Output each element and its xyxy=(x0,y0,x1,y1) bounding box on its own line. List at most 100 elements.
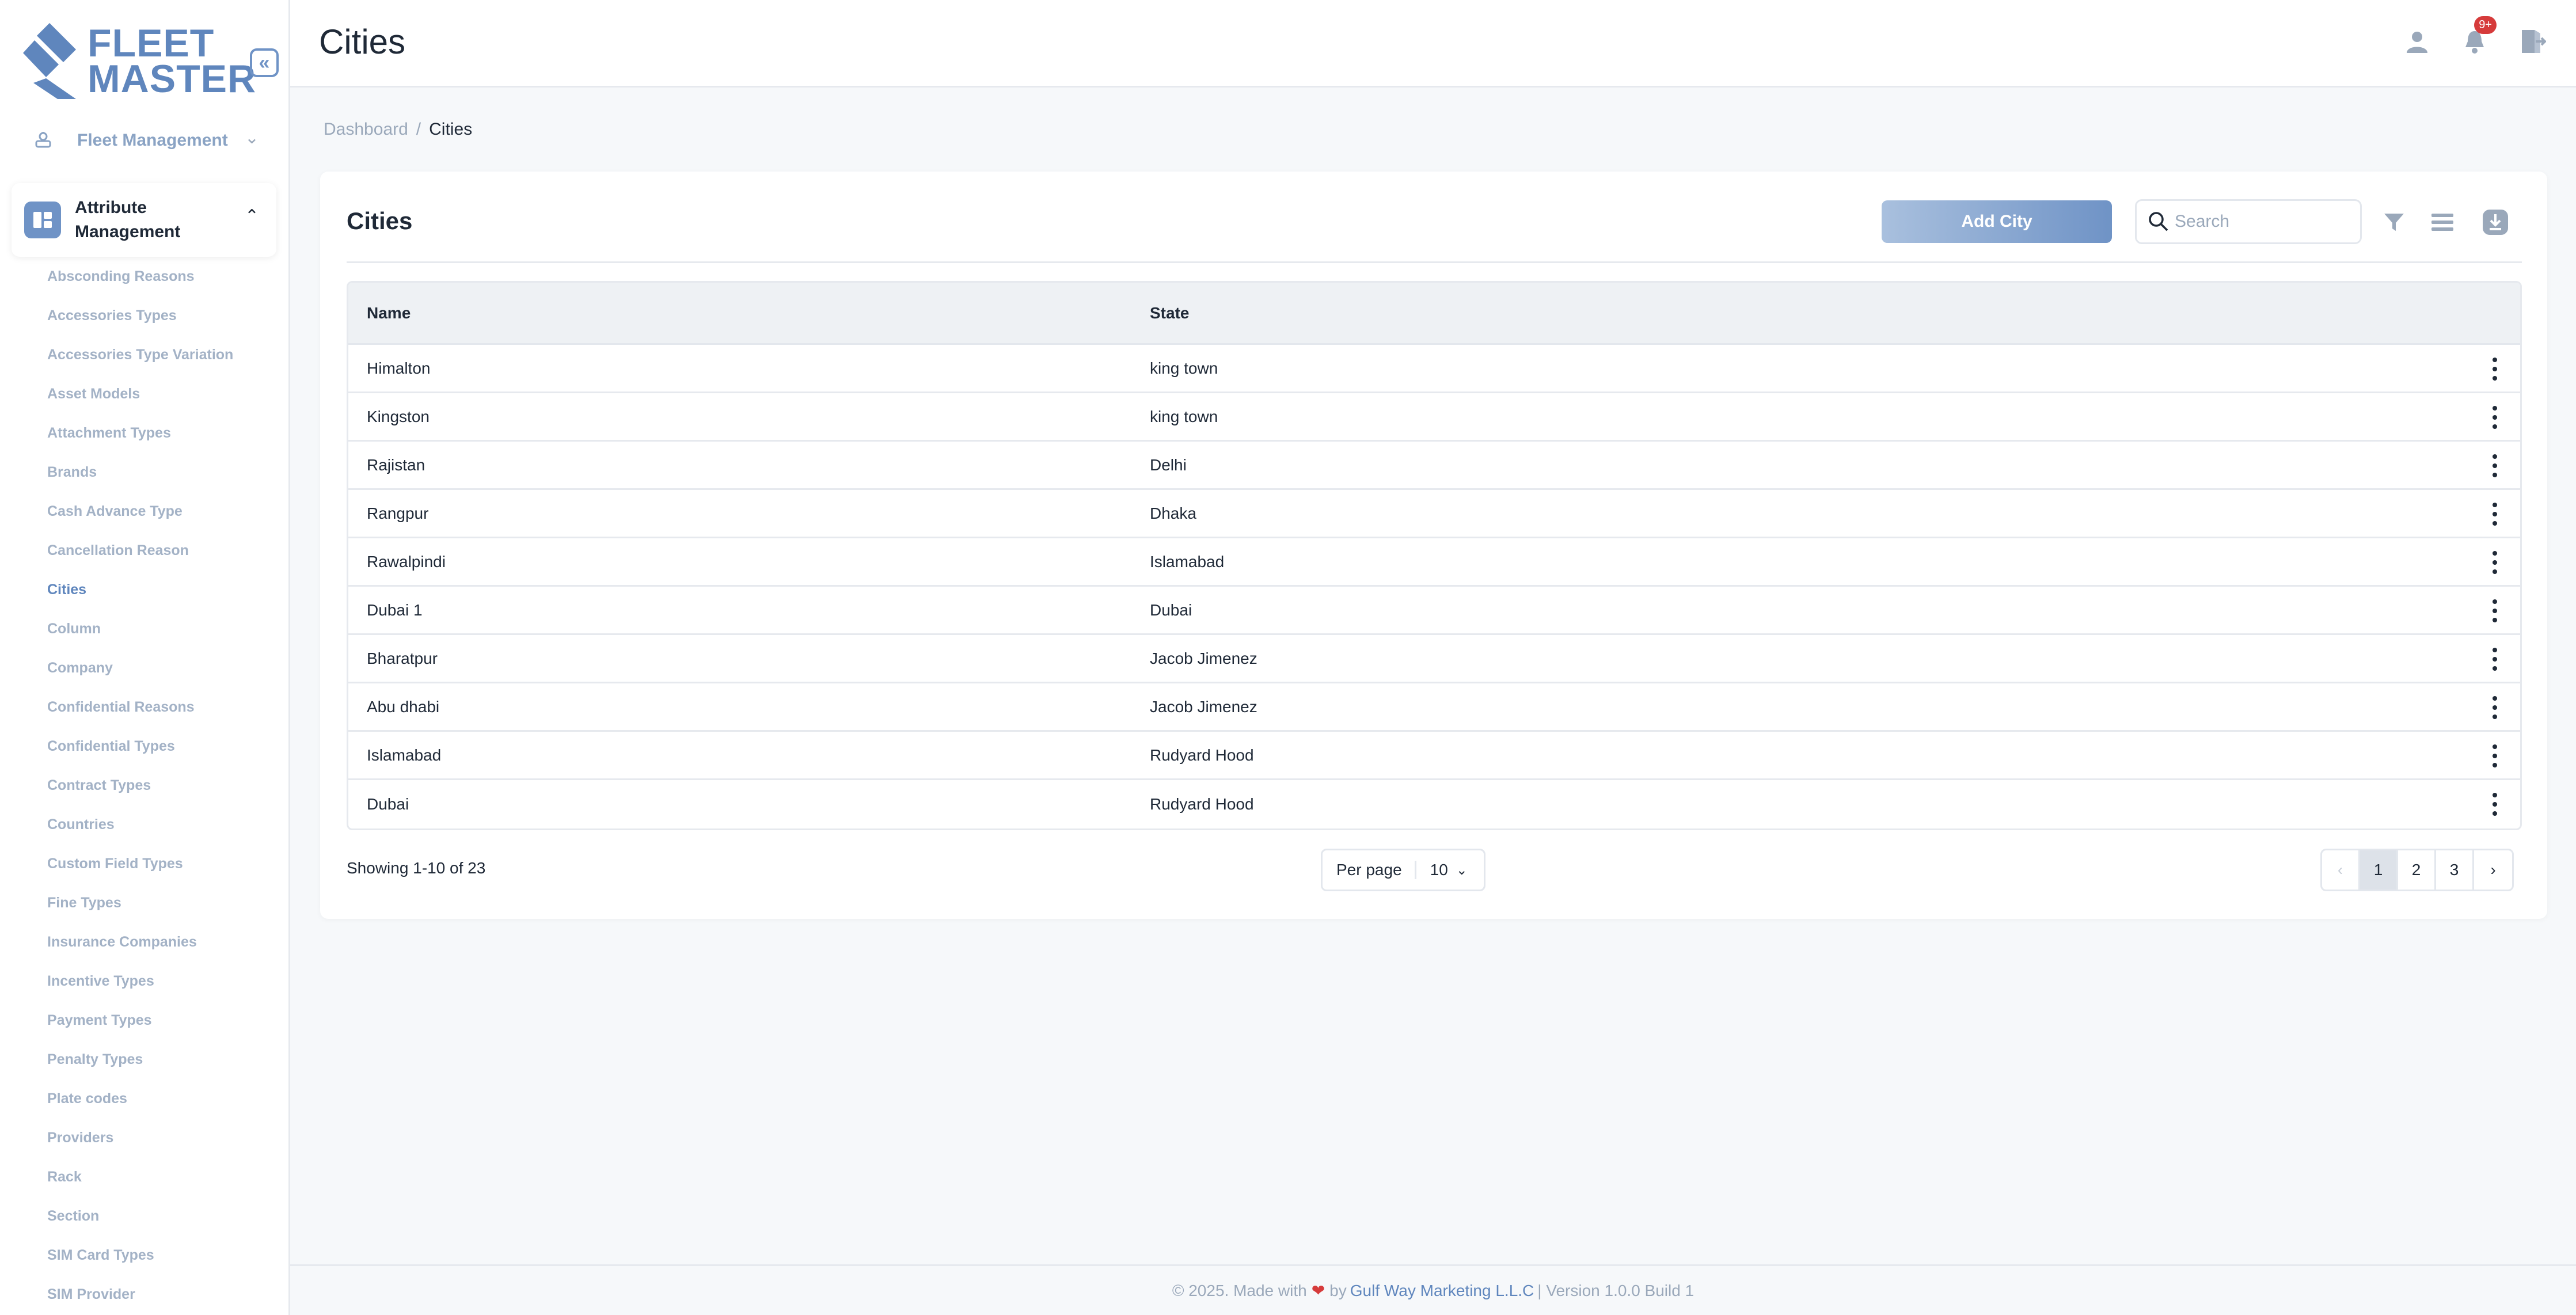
cell-state: Dubai xyxy=(1150,601,1192,619)
sidebar: FLEET MASTER « Fleet Management ⌄ Attrib… xyxy=(0,0,290,1315)
sidebar-item-fine-types[interactable]: Fine Types xyxy=(47,891,233,930)
row-actions-icon[interactable] xyxy=(2489,454,2501,477)
sidebar-item-providers[interactable]: Providers xyxy=(47,1126,233,1165)
breadcrumb-separator: / xyxy=(416,120,421,139)
sidebar-item-confidential-types[interactable]: Confidential Types xyxy=(47,735,233,774)
sidebar-item-asset-models[interactable]: Asset Models xyxy=(47,382,233,421)
per-page-label: Per page xyxy=(1323,861,1416,879)
cell-name: Kingston xyxy=(367,407,430,425)
sidebar-item-company[interactable]: Company xyxy=(47,656,233,695)
pagination: ‹ 1 2 3 › xyxy=(2320,849,2514,891)
sidebar-group-fleet-management[interactable]: Fleet Management ⌄ xyxy=(12,115,276,166)
company-link[interactable]: Gulf Way Marketing L.L.C xyxy=(1350,1282,1534,1300)
row-actions-icon[interactable] xyxy=(2489,599,2501,622)
table-row[interactable]: Bharatpur Jacob Jimenez xyxy=(348,635,2520,683)
columns-button[interactable] xyxy=(2426,206,2459,238)
sidebar-item-sim-card-types[interactable]: SIM Card Types xyxy=(47,1244,233,1283)
cell-state: Dhaka xyxy=(1150,504,1196,522)
breadcrumb-current: Cities xyxy=(429,120,473,139)
row-actions-icon[interactable] xyxy=(2489,358,2501,381)
cell-name: Dubai 1 xyxy=(367,601,423,619)
sidebar-item-cancellation-reason[interactable]: Cancellation Reason xyxy=(47,539,233,578)
sidebar-item-attachment-types[interactable]: Attachment Types xyxy=(47,421,233,461)
cell-name: Rangpur xyxy=(367,504,429,522)
table-row[interactable]: Himalton king town xyxy=(348,345,2520,393)
sidebar-item-brands[interactable]: Brands xyxy=(47,461,233,500)
row-actions-icon[interactable] xyxy=(2489,406,2501,429)
user-profile-button[interactable] xyxy=(2400,24,2434,59)
search-icon xyxy=(2149,212,2168,231)
sidebar-item-rack[interactable]: Rack xyxy=(47,1165,233,1204)
sidebar-item-cities[interactable]: Cities xyxy=(47,578,233,617)
table-row[interactable]: Rajistan Delhi xyxy=(348,442,2520,490)
table-row[interactable]: Rawalpindi Islamabad xyxy=(348,538,2520,587)
download-button[interactable] xyxy=(2479,206,2512,238)
sidebar-item-absconding-reasons[interactable]: Absconding Reasons xyxy=(47,265,233,304)
row-actions-icon[interactable] xyxy=(2489,696,2501,719)
double-chevron-left-icon: « xyxy=(259,51,270,74)
row-actions-icon[interactable] xyxy=(2489,551,2501,574)
sidebar-item-column[interactable]: Column xyxy=(47,617,233,656)
table-row[interactable]: Kingston king town xyxy=(348,393,2520,442)
download-icon xyxy=(2483,210,2508,235)
sidebar-item-insurance-companies[interactable]: Insurance Companies xyxy=(47,930,233,970)
table-row[interactable]: Abu dhabi Jacob Jimenez xyxy=(348,683,2520,732)
sidebar-item-custom-field-types[interactable]: Custom Field Types xyxy=(47,852,233,891)
page-button-3[interactable]: 3 xyxy=(2436,850,2474,890)
sidebar-submenu: Absconding Reasons Accessories Types Acc… xyxy=(47,265,233,1315)
sidebar-item-accessories-type-variation[interactable]: Accessories Type Variation xyxy=(47,343,233,382)
sidebar-group-attribute-management[interactable]: Attribute Management ⌃ xyxy=(12,183,276,257)
row-actions-icon[interactable] xyxy=(2489,648,2501,671)
row-actions-icon[interactable] xyxy=(2489,744,2501,767)
cell-name: Himalton xyxy=(367,359,431,377)
footer-prefix: © 2025. Made with xyxy=(1172,1281,1307,1299)
column-header-state[interactable]: State xyxy=(1150,304,2520,322)
sidebar-item-accessories-types[interactable]: Accessories Types xyxy=(47,304,233,343)
table-row[interactable]: Rangpur Dhaka xyxy=(348,490,2520,538)
app-logo[interactable]: FLEET MASTER xyxy=(23,23,256,99)
search-placeholder: Search xyxy=(2175,212,2230,231)
notifications-button[interactable]: 9+ xyxy=(2457,16,2497,59)
page-button-2[interactable]: 2 xyxy=(2398,850,2436,890)
add-city-button[interactable]: Add City xyxy=(1882,200,2112,243)
table-row[interactable]: Dubai Rudyard Hood xyxy=(348,780,2520,828)
sidebar-item-penalty-types[interactable]: Penalty Types xyxy=(47,1048,233,1087)
next-page-button[interactable]: › xyxy=(2474,850,2512,890)
sidebar-item-section[interactable]: Section xyxy=(47,1204,233,1244)
filter-icon xyxy=(2384,214,2404,231)
sidebar-item-incentive-types[interactable]: Incentive Types xyxy=(47,970,233,1009)
showing-count: Showing 1-10 of 23 xyxy=(347,859,486,877)
sidebar-item-contract-types[interactable]: Contract Types xyxy=(47,774,233,813)
sidebar-item-confidential-reasons[interactable]: Confidential Reasons xyxy=(47,695,233,735)
footer-version: | Version 1.0.0 Build 1 xyxy=(1537,1281,1694,1299)
collapse-sidebar-button[interactable]: « xyxy=(250,48,279,77)
divider xyxy=(347,261,2522,263)
breadcrumb: Dashboard / Cities xyxy=(324,120,472,139)
logout-icon xyxy=(2522,30,2546,53)
sidebar-item-cash-advance-type[interactable]: Cash Advance Type xyxy=(47,500,233,539)
sidebar-item-countries[interactable]: Countries xyxy=(47,813,233,852)
prev-page-button[interactable]: ‹ xyxy=(2322,850,2360,890)
table-header: Name State xyxy=(348,283,2520,345)
top-header: Cities 9+ xyxy=(290,0,2576,88)
page-button-1[interactable]: 1 xyxy=(2360,850,2398,890)
footer-by: by xyxy=(1329,1281,1347,1299)
breadcrumb-dashboard-link[interactable]: Dashboard xyxy=(324,120,408,139)
row-actions-icon[interactable] xyxy=(2489,793,2501,816)
column-header-name[interactable]: Name xyxy=(348,304,1150,322)
logout-button[interactable] xyxy=(2515,24,2550,59)
page-title: Cities xyxy=(319,22,406,61)
per-page-select[interactable]: Per page 10 ⌄ xyxy=(1321,849,1485,891)
cell-state: Rudyard Hood xyxy=(1150,795,1254,813)
table-row[interactable]: Islamabad Rudyard Hood xyxy=(348,732,2520,780)
search-input[interactable]: Search xyxy=(2135,199,2362,244)
sidebar-group-label: Fleet Management xyxy=(77,131,228,150)
cell-state: Jacob Jimenez xyxy=(1150,649,1257,667)
filter-button[interactable] xyxy=(2378,206,2410,238)
sidebar-item-sim-provider[interactable]: SIM Provider xyxy=(47,1283,233,1315)
sidebar-item-plate-codes[interactable]: Plate codes xyxy=(47,1087,233,1126)
sidebar-item-payment-types[interactable]: Payment Types xyxy=(47,1009,233,1048)
row-actions-icon[interactable] xyxy=(2489,503,2501,526)
cell-name: Dubai xyxy=(367,795,409,813)
table-row[interactable]: Dubai 1 Dubai xyxy=(348,587,2520,635)
